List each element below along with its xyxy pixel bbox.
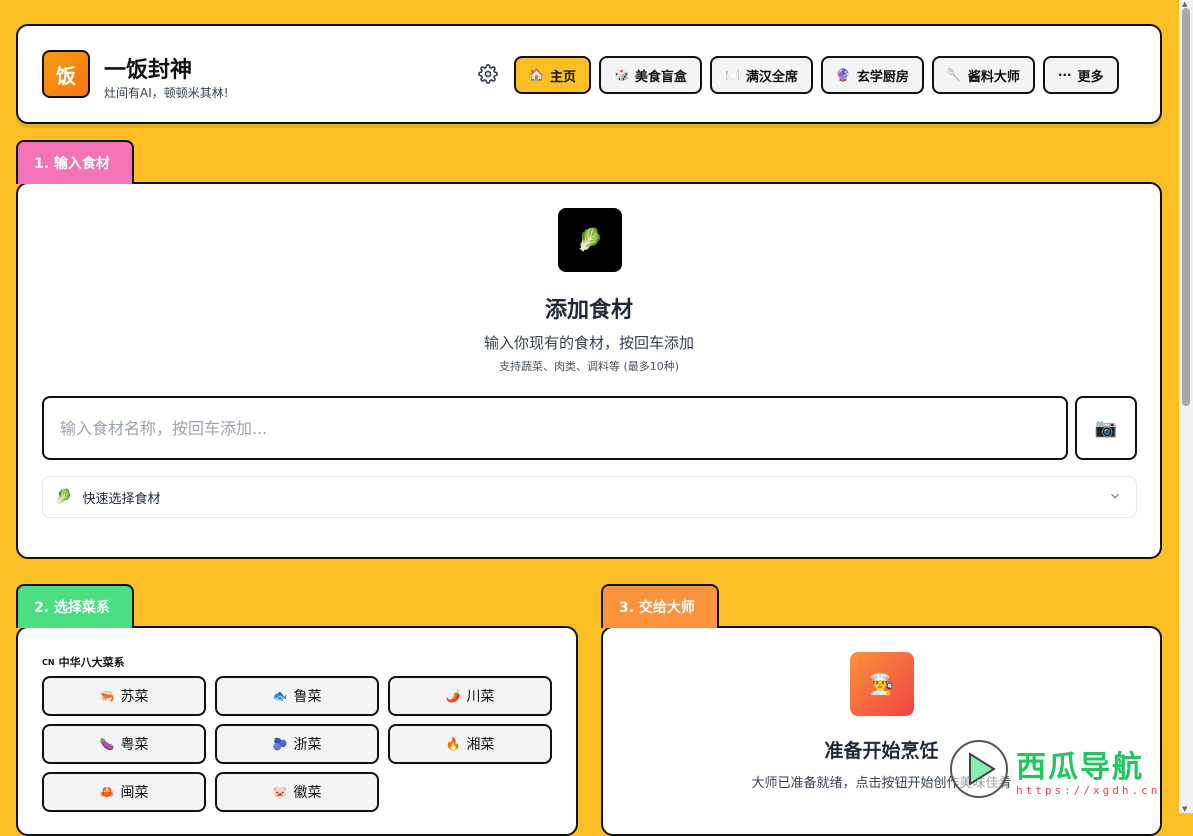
step2-tab: 2. 选择菜系 (16, 584, 134, 628)
ingredient-section: 🥬 添加食材 输入你现有的食材，按回车添加 支持蔬菜、肉类、调料等 (最多10种… (16, 182, 1162, 559)
cuisine-button-hui[interactable]: 🐷 徽菜 (215, 772, 379, 812)
nav-home-button[interactable]: 🏠 主页 (514, 56, 591, 94)
cuisine-label: 浙菜 (293, 737, 322, 753)
cn-flag-icon: CN (42, 657, 55, 667)
nav-label: 美食盲盒 (634, 69, 687, 85)
cuisine-grid: 🦐 苏菜 🐟 鲁菜 🌶️ 川菜 🍆 粤菜 🫐 浙菜 🔥 湘菜 🦀 闽菜 🐷 徽菜 (42, 676, 552, 812)
page-scrollbar[interactable]: ▲ ▼ (1179, 0, 1193, 813)
cuisine-button-xiang[interactable]: 🔥 湘菜 (388, 724, 552, 764)
quick-select-label: 快速选择食材 (82, 491, 161, 507)
scroll-up-icon[interactable]: ▲ (1182, 0, 1187, 8)
nav-mystic-kitchen-button[interactable]: 🔮 玄学厨房 (820, 56, 924, 94)
nav-label: 酱料大师 (967, 69, 1020, 85)
cuisine-button-min[interactable]: 🦀 闽菜 (42, 772, 206, 812)
cuisine-label: 闽菜 (120, 785, 149, 801)
section-title: 添加食材 (544, 298, 633, 323)
fish-icon: 🐟 (272, 689, 288, 703)
scrollbar-thumb[interactable] (1182, 8, 1190, 406)
cuisine-label: 徽菜 (293, 785, 322, 801)
shrimp-icon: 🦐 (99, 689, 115, 703)
chili-icon: 🌶️ (445, 689, 461, 703)
eggplant-icon: 🍆 (99, 737, 115, 751)
cuisine-group-label: 中华八大菜系 (58, 656, 125, 669)
chef-icon: 👨‍🍳 (850, 652, 914, 716)
gear-icon[interactable] (478, 64, 498, 84)
dice-icon: 🎲 (613, 68, 629, 82)
cuisine-button-chuan[interactable]: 🌶️ 川菜 (388, 676, 552, 716)
nav-feast-button[interactable]: 🍽️ 满汉全席 (709, 56, 813, 94)
main-nav: 🏠 主页 🎲 美食盲盒 🍽️ 满汉全席 🔮 玄学厨房 🥄 酱料大师 ··· 更多 (514, 56, 1119, 94)
cuisine-label: 鲁菜 (293, 689, 322, 705)
app-subtitle: 灶间有AI，顿顿米其林! (104, 86, 229, 100)
cuisine-button-yue[interactable]: 🍆 粤菜 (42, 724, 206, 764)
cuisine-button-su[interactable]: 🦐 苏菜 (42, 676, 206, 716)
lettuce-icon: 🥬 (558, 208, 622, 272)
step1-tab: 1. 输入食材 (16, 140, 134, 184)
home-icon: 🏠 (529, 68, 544, 82)
crystal-ball-icon: 🔮 (835, 68, 851, 82)
cuisine-section: CN 中华八大菜系 🦐 苏菜 🐟 鲁菜 🌶️ 川菜 🍆 粤菜 🫐 浙菜 🔥 湘菜 🦀 闽菜 🐷… (16, 626, 578, 836)
cuisine-label: 湘菜 (466, 737, 495, 753)
watermark-logo-icon (950, 740, 1008, 798)
cuisine-label: 苏菜 (120, 689, 149, 705)
cuisine-button-zhe[interactable]: 🫐 浙菜 (215, 724, 379, 764)
watermark: 西瓜导航 https://xgdh.cn (948, 736, 1178, 806)
section-description: 输入你现有的食材，按回车添加 (483, 334, 694, 352)
app-title: 一饭封神 (104, 58, 193, 83)
quick-select-dropdown[interactable]: 🥬 快速选择食材 (42, 476, 1137, 518)
plate-icon: 🍽️ (724, 68, 740, 82)
nav-sauce-master-button[interactable]: 🥄 酱料大师 (931, 56, 1035, 94)
cuisine-group-header: CN 中华八大菜系 (42, 654, 125, 670)
spoon-icon: 🥄 (946, 68, 962, 82)
crab-icon: 🦀 (99, 785, 115, 799)
step3-tab: 3. 交给大师 (601, 584, 719, 628)
scroll-down-icon[interactable]: ▼ (1182, 805, 1187, 813)
nav-blind-box-button[interactable]: 🎲 美食盲盒 (598, 56, 702, 94)
app-logo: 饭 (42, 50, 90, 98)
watermark-url: https://xgdh.cn (1016, 784, 1161, 797)
cuisine-label: 粤菜 (120, 737, 149, 753)
nav-label: 玄学厨房 (856, 69, 909, 85)
blueberry-icon: 🫐 (272, 737, 288, 751)
fire-icon: 🔥 (445, 737, 461, 751)
lettuce-icon: 🥬 (55, 489, 73, 505)
ingredient-input[interactable] (42, 396, 1068, 460)
watermark-text: 西瓜导航 (1016, 750, 1144, 785)
more-icon: ··· (1057, 68, 1072, 82)
nav-more-button[interactable]: ··· 更多 (1042, 56, 1119, 94)
cuisine-button-lu[interactable]: 🐟 鲁菜 (215, 676, 379, 716)
nav-label: 主页 (549, 69, 576, 85)
nav-label: 更多 (1077, 69, 1104, 85)
chevron-down-icon (1108, 489, 1122, 507)
camera-icon: 📷 (1094, 417, 1118, 439)
app-header: 饭 一饭封神 灶间有AI，顿顿米其林! 🏠 主页 🎲 美食盲盒 🍽️ 满汉全席 🔮 玄学… (16, 24, 1162, 124)
pig-icon: 🐷 (272, 785, 288, 799)
nav-label: 满汉全席 (745, 69, 798, 85)
section-hint: 支持蔬菜、肉类、调料等 (最多10种) (498, 360, 680, 373)
cuisine-label: 川菜 (466, 689, 495, 705)
camera-button[interactable]: 📷 (1075, 396, 1137, 460)
